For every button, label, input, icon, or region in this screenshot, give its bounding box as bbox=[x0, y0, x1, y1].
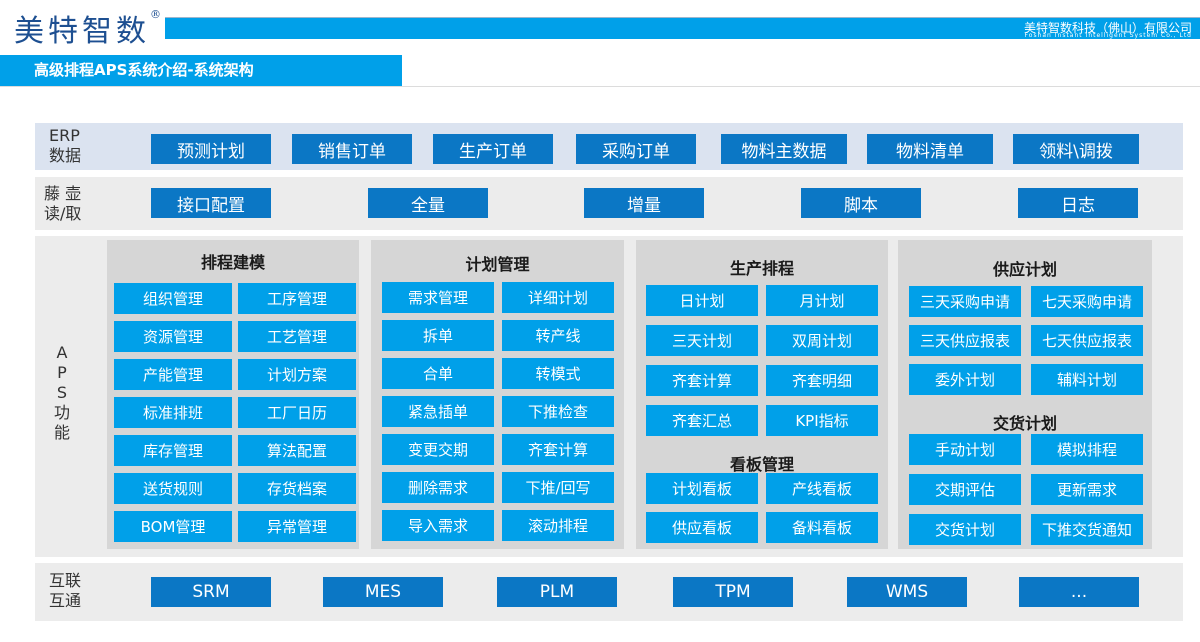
supply-item-4[interactable]: 七天供应报表 bbox=[1031, 325, 1143, 356]
planning-item-3[interactable]: 拆单 bbox=[382, 320, 494, 351]
modeling-item-13[interactable]: BOM管理 bbox=[114, 511, 232, 542]
erp-label-text: ERP 数据 bbox=[49, 126, 82, 165]
io-item-full[interactable]: 全量 bbox=[368, 188, 488, 218]
erp-item-pick-transfer[interactable]: 领料\调拨 bbox=[1013, 134, 1139, 164]
planning-item-7[interactable]: 紧急插单 bbox=[382, 396, 494, 427]
company-name-en: Foshan Instant Intelligent System Co., L… bbox=[1024, 32, 1192, 39]
production-item-3[interactable]: 三天计划 bbox=[646, 325, 758, 356]
kanban-item-1[interactable]: 计划看板 bbox=[646, 473, 758, 504]
delivery-item-3[interactable]: 交期评估 bbox=[909, 474, 1021, 505]
modeling-item-2[interactable]: 工序管理 bbox=[238, 283, 356, 314]
planning-item-12[interactable]: 下推/回写 bbox=[502, 472, 614, 503]
planning-item-2[interactable]: 详细计划 bbox=[502, 282, 614, 313]
production-item-8[interactable]: KPI指标 bbox=[766, 405, 878, 436]
production-title: 生产排程 bbox=[729, 259, 794, 278]
delivery-item-5[interactable]: 交货计划 bbox=[909, 514, 1021, 545]
integration-label-text: 互联 互通 bbox=[49, 571, 82, 610]
planning-item-11[interactable]: 删除需求 bbox=[382, 472, 494, 503]
delivery-item-4[interactable]: 更新需求 bbox=[1031, 474, 1143, 505]
modeling-item-10[interactable]: 算法配置 bbox=[238, 435, 356, 466]
supply-item-2[interactable]: 七天采购申请 bbox=[1031, 286, 1143, 317]
io-item-script[interactable]: 脚本 bbox=[801, 188, 921, 218]
io-label-text: 藤 壶读/取 bbox=[44, 184, 82, 223]
erp-item-forecast-plan[interactable]: 预测计划 bbox=[151, 134, 271, 164]
modeling-item-4[interactable]: 工艺管理 bbox=[238, 321, 356, 352]
supply-title: 供应计划 bbox=[992, 260, 1057, 279]
io-item-incremental[interactable]: 增量 bbox=[584, 188, 704, 218]
kanban-item-3[interactable]: 供应看板 bbox=[646, 512, 758, 543]
erp-item-purchase-order[interactable]: 采购订单 bbox=[576, 134, 696, 164]
integration-item-plm[interactable]: PLM bbox=[497, 577, 617, 607]
io-item-interface-config[interactable]: 接口配置 bbox=[151, 188, 271, 218]
integration-item-wms[interactable]: WMS bbox=[847, 577, 967, 607]
modeling-item-12[interactable]: 存货档案 bbox=[238, 473, 356, 504]
modeling-title: 排程建模 bbox=[200, 253, 265, 272]
page-title: 高级排程APS系统介绍-系统架构 bbox=[34, 61, 254, 79]
production-item-2[interactable]: 月计划 bbox=[766, 285, 878, 316]
io-row-label: 藤 壶读/取 bbox=[44, 184, 81, 224]
planning-item-6[interactable]: 转模式 bbox=[502, 358, 614, 389]
planning-item-4[interactable]: 转产线 bbox=[502, 320, 614, 351]
planning-item-8[interactable]: 下推检查 bbox=[502, 396, 614, 427]
company-logo: 美特智数® bbox=[14, 6, 161, 50]
aps-label-text: APS功能 bbox=[53, 343, 70, 442]
company-bar: 美特智数科技（佛山）有限公司 Foshan Instant Intelligen… bbox=[165, 18, 1200, 39]
delivery-item-6[interactable]: 下推交货通知 bbox=[1031, 514, 1143, 545]
erp-item-production-order[interactable]: 生产订单 bbox=[433, 134, 553, 164]
integration-row-label: 互联 互通 bbox=[49, 571, 81, 611]
production-item-7[interactable]: 齐套汇总 bbox=[646, 405, 758, 436]
integration-item-tpm[interactable]: TPM bbox=[673, 577, 793, 607]
kanban-title: 看板管理 bbox=[729, 455, 794, 474]
modeling-item-1[interactable]: 组织管理 bbox=[114, 283, 232, 314]
modeling-item-8[interactable]: 工厂日历 bbox=[238, 397, 356, 428]
registered-mark: ® bbox=[150, 8, 161, 21]
planning-item-5[interactable]: 合单 bbox=[382, 358, 494, 389]
delivery-title: 交货计划 bbox=[992, 414, 1057, 433]
integration-item-more[interactable]: ... bbox=[1019, 577, 1139, 607]
kanban-item-2[interactable]: 产线看板 bbox=[766, 473, 878, 504]
supply-item-5[interactable]: 委外计划 bbox=[909, 364, 1021, 395]
modeling-item-11[interactable]: 送货规则 bbox=[114, 473, 232, 504]
erp-item-material-master[interactable]: 物料主数据 bbox=[721, 134, 847, 164]
production-item-5[interactable]: 齐套计算 bbox=[646, 365, 758, 396]
aps-row-label: APS功能 bbox=[50, 343, 74, 443]
supply-item-6[interactable]: 辅料计划 bbox=[1031, 364, 1143, 395]
planning-item-1[interactable]: 需求管理 bbox=[382, 282, 494, 313]
production-item-6[interactable]: 齐套明细 bbox=[766, 365, 878, 396]
delivery-item-1[interactable]: 手动计划 bbox=[909, 434, 1021, 465]
delivery-item-2[interactable]: 模拟排程 bbox=[1031, 434, 1143, 465]
supply-item-1[interactable]: 三天采购申请 bbox=[909, 286, 1021, 317]
modeling-item-3[interactable]: 资源管理 bbox=[114, 321, 232, 352]
modeling-item-5[interactable]: 产能管理 bbox=[114, 359, 232, 390]
modeling-item-9[interactable]: 库存管理 bbox=[114, 435, 232, 466]
erp-item-bom[interactable]: 物料清单 bbox=[867, 134, 993, 164]
planning-item-13[interactable]: 导入需求 bbox=[382, 510, 494, 541]
integration-item-srm[interactable]: SRM bbox=[151, 577, 271, 607]
modeling-item-14[interactable]: 异常管理 bbox=[238, 511, 356, 542]
erp-item-sales-order[interactable]: 销售订单 bbox=[292, 134, 412, 164]
integration-item-mes[interactable]: MES bbox=[323, 577, 443, 607]
planning-item-14[interactable]: 滚动排程 bbox=[502, 510, 614, 541]
modeling-item-6[interactable]: 计划方案 bbox=[238, 359, 356, 390]
planning-item-10[interactable]: 齐套计算 bbox=[502, 434, 614, 465]
erp-row-label: ERP 数据 bbox=[49, 126, 81, 166]
modeling-item-7[interactable]: 标准排班 bbox=[114, 397, 232, 428]
io-item-log[interactable]: 日志 bbox=[1018, 188, 1138, 218]
production-item-1[interactable]: 日计划 bbox=[646, 285, 758, 316]
supply-item-3[interactable]: 三天供应报表 bbox=[909, 325, 1021, 356]
title-divider bbox=[0, 86, 1200, 87]
planning-item-9[interactable]: 变更交期 bbox=[382, 434, 494, 465]
logo-text: 美特智数 bbox=[14, 14, 150, 49]
kanban-item-4[interactable]: 备料看板 bbox=[766, 512, 878, 543]
production-item-4[interactable]: 双周计划 bbox=[766, 325, 878, 356]
planning-title: 计划管理 bbox=[465, 255, 530, 274]
